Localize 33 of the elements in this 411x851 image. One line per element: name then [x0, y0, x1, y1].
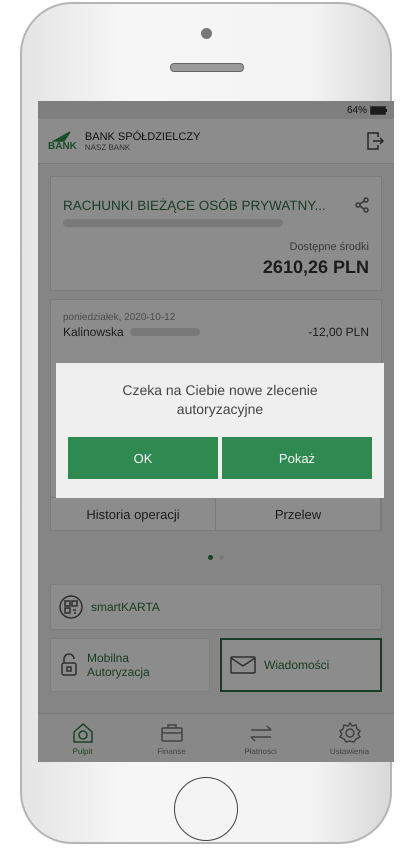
leaf-icon [52, 130, 72, 142]
dialog-button[interactable]: Pokaż [222, 437, 372, 479]
balance-amount: 2610,26 PLN [262, 257, 369, 278]
padlock-icon [59, 653, 79, 677]
home-icon [70, 720, 94, 744]
share-icon [355, 197, 369, 213]
gear-icon [338, 720, 362, 744]
dialog-message: Czeka na Ciebie nowe zlecenie autoryzacyjne [121, 381, 319, 419]
balance-label: Dostępne środki [290, 241, 369, 253]
transaction-amount: -12,00 PLN [308, 325, 369, 339]
qr-code-icon [59, 595, 83, 619]
shortcut-button[interactable]: Wiadomości [220, 638, 382, 692]
page-dot[interactable] [208, 555, 213, 560]
logo-text: BANK [48, 142, 77, 152]
speaker-icon [170, 63, 244, 72]
logout-icon [366, 131, 384, 151]
battery-icon [370, 106, 388, 114]
transaction-date: poniedziałek, 2020-10-12 [62, 312, 176, 323]
nav-tab[interactable]: Pulpit [38, 714, 127, 762]
dialog-button[interactable]: OK [68, 437, 218, 479]
battery-percent: 64% [346, 104, 367, 116]
nav-tab[interactable]: Ustawienia [305, 714, 394, 762]
bank-name: BANK SPÓŁDZIELCZY [84, 130, 202, 142]
shortcut-button[interactable]: smartKARTA [50, 584, 382, 630]
nav-tab[interactable]: Płatności [216, 714, 305, 762]
camera-icon [201, 28, 212, 39]
nav-tab[interactable]: Finanse [127, 714, 216, 762]
account-title: RACHUNKI BIEŻĄCE OSÓB PRYWATNY... [63, 198, 326, 212]
shortcut-button[interactable]: Mobilna Autoryzacja [50, 638, 210, 692]
account-card[interactable]: RACHUNKI BIEŻĄCE OSÓB PRYWATNY... Dostępne środki 2610,26 PLN [50, 176, 382, 291]
envelope-icon [230, 656, 256, 674]
transaction-name: Kalinowska [63, 325, 124, 339]
bank-subname: NASZ BANK [84, 142, 132, 152]
